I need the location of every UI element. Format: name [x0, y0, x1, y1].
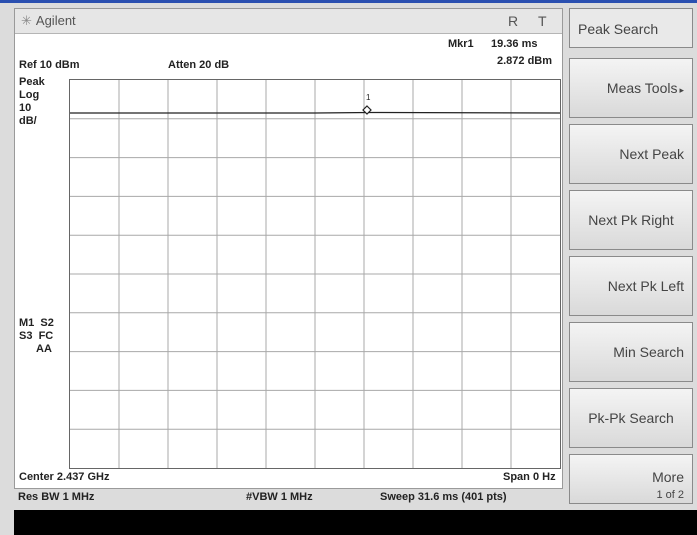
next-pk-right-label: Next Pk Right [588, 212, 674, 228]
trace-graticule: 1 [69, 79, 561, 469]
window-top-accent [0, 0, 697, 3]
attenuation: Atten 20 dB [168, 59, 230, 71]
min-search-button[interactable]: Min Search [569, 322, 693, 382]
resolution-bandwidth: Res BW 1 MHz [18, 491, 95, 503]
marker-level: 2.872 dBm [497, 55, 553, 67]
more-button[interactable]: More 1 of 2 [569, 454, 693, 504]
more-label: More [652, 469, 684, 485]
trace-line [70, 111, 560, 114]
next-pk-left-label: Next Pk Left [607, 278, 684, 294]
next-peak-label: Next Peak [619, 146, 684, 162]
softkey-menu-title-label: Peak Search [578, 21, 659, 37]
remote-indicator: R [508, 13, 519, 29]
next-pk-left-button[interactable]: Next Pk Left [569, 256, 693, 316]
video-bandwidth: #VBW 1 MHz [246, 491, 313, 503]
pk-pk-search-button[interactable]: Pk-Pk Search [569, 388, 693, 448]
agilent-logo-icon: ✳ [21, 13, 32, 28]
display-title-bar: ✳ Agilent R T [15, 9, 562, 34]
scale-value-label: 10 [19, 102, 32, 114]
status-labels: M1 S2 S3 FC AA [19, 317, 54, 356]
sweep-time: Sweep 31.6 ms (401 pts) [380, 491, 507, 503]
marker-1-flag: 1 [366, 93, 371, 102]
analyzer-display: ✳ Agilent R T Mkr1 19.36 ms 2.872 dBm Re… [14, 8, 563, 489]
grid-lines [70, 80, 560, 468]
scale-unit-label: dB/ [19, 115, 37, 127]
pk-pk-search-label: Pk-Pk Search [588, 410, 674, 426]
meas-tools-label: Meas Tools [606, 80, 678, 96]
ref-level: Ref 10 dBm [19, 59, 80, 71]
next-peak-button[interactable]: Next Peak [569, 124, 693, 184]
status-m1-s2: M1 S2 [19, 317, 54, 329]
meas-tools-button[interactable]: Meas Tools ▸ [569, 58, 693, 118]
trigger-indicator: T [538, 13, 547, 29]
softkey-panel: Peak Search Meas Tools ▸ Next Peak Next P… [569, 8, 697, 504]
brand-name: Agilent [35, 13, 76, 28]
next-pk-right-button[interactable]: Next Pk Right [569, 190, 693, 250]
status-aa: AA [36, 343, 52, 355]
marker-label: Mkr1 [448, 38, 474, 50]
scale-type-label: Log [19, 89, 40, 101]
scale-labels: Peak Log 10 dB/ [19, 76, 45, 128]
more-page-indicator: 1 of 2 [656, 489, 684, 501]
span: Span 0 Hz [503, 471, 556, 483]
detector-label: Peak [19, 76, 45, 88]
center-frequency: Center 2.437 GHz [19, 471, 110, 483]
softkey-menu-title: Peak Search [569, 8, 693, 48]
submenu-arrow-icon: ▸ [679, 85, 684, 95]
min-search-label: Min Search [613, 344, 684, 360]
graticule-svg: 1 [70, 80, 560, 468]
brand: ✳ Agilent [21, 13, 76, 28]
bottom-bezel [14, 510, 697, 535]
marker-time: 19.36 ms [491, 38, 538, 50]
status-s3-fc: S3 FC [19, 330, 54, 342]
